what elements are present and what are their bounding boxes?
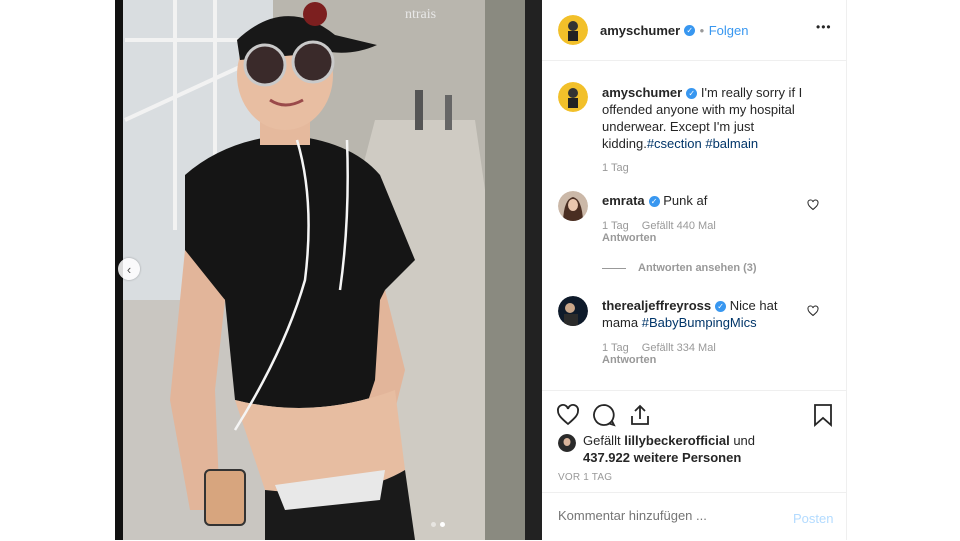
comment-likes[interactable]: Gefällt 440 Mal bbox=[642, 220, 716, 232]
reply-button[interactable]: Antworten bbox=[602, 354, 656, 366]
caption: amyschumer ✓ I'm really sorry if I offend… bbox=[602, 84, 824, 152]
share-icon[interactable] bbox=[628, 403, 652, 427]
comment-form: Posten bbox=[542, 492, 846, 541]
like-comment-heart-icon[interactable] bbox=[807, 199, 819, 211]
view-replies-line bbox=[602, 268, 626, 269]
post-photo-illustration: ntrais bbox=[115, 0, 542, 540]
comment-text: Punk af bbox=[663, 193, 708, 208]
comment-hashtag[interactable]: #BabyBumpingMics bbox=[642, 315, 757, 330]
separator-dot: • bbox=[699, 23, 705, 38]
carousel-dot-active bbox=[440, 522, 445, 527]
comment-username[interactable]: therealjeffreyross bbox=[602, 298, 711, 313]
caption-username[interactable]: amyschumer bbox=[602, 85, 682, 100]
comment: emrata ✓ Punk af bbox=[602, 192, 802, 209]
caption-hashtags[interactable]: #csection #balmain bbox=[647, 136, 758, 151]
caption-time[interactable]: 1 Tag bbox=[602, 162, 629, 174]
post-header: amyschumer ✓ • Folgen ••• bbox=[542, 0, 846, 61]
likes-and: und bbox=[733, 433, 756, 448]
avatar[interactable] bbox=[558, 15, 588, 45]
bookmark-icon[interactable] bbox=[812, 403, 834, 427]
comment-username[interactable]: emrata bbox=[602, 193, 645, 208]
post-timestamp[interactable]: VOR 1 TAG bbox=[558, 472, 612, 483]
like-heart-icon[interactable] bbox=[556, 403, 580, 427]
comment-avatar[interactable] bbox=[558, 296, 588, 326]
comment-avatar[interactable] bbox=[558, 191, 588, 221]
verified-badge-icon: ✓ bbox=[686, 88, 698, 100]
comment: therealjeffreyross ✓ Nice hat mama #BabyB… bbox=[602, 297, 802, 331]
likes-summary: Gefällt lillybeckerofficial und 437.922 … bbox=[583, 432, 833, 466]
view-replies-button[interactable]: Antworten ansehen (3) bbox=[638, 262, 757, 274]
post-username[interactable]: amyschumer bbox=[600, 23, 680, 38]
action-bar: Gefällt lillybeckerofficial und 437.922 … bbox=[542, 390, 846, 491]
liker-avatar[interactable] bbox=[558, 434, 576, 452]
comment-bubble-icon[interactable] bbox=[592, 403, 616, 427]
comment-likes[interactable]: Gefällt 334 Mal bbox=[642, 342, 716, 354]
svg-text:ntrais: ntrais bbox=[405, 7, 436, 22]
post-comment-button[interactable]: Posten bbox=[793, 511, 833, 526]
comment-time[interactable]: 1 Tag bbox=[602, 342, 629, 354]
verified-badge-icon: ✓ bbox=[715, 301, 727, 313]
comment-meta: 1 Tag Gefällt 440 Mal bbox=[602, 220, 716, 232]
carousel-dot bbox=[431, 522, 436, 527]
reply-button[interactable]: Antworten bbox=[602, 232, 656, 244]
comment-input[interactable] bbox=[556, 507, 780, 524]
verified-badge-icon: ✓ bbox=[648, 196, 660, 208]
carousel-indicator bbox=[431, 522, 445, 527]
post-image[interactable]: ntrais bbox=[115, 0, 542, 540]
liker-username[interactable]: lillybeckerofficial bbox=[624, 433, 730, 448]
more-options-icon[interactable]: ••• bbox=[816, 20, 832, 34]
previous-image-button[interactable]: ‹ bbox=[118, 258, 140, 280]
comment-time[interactable]: 1 Tag bbox=[602, 220, 629, 232]
likes-count[interactable]: 437.922 weitere Personen bbox=[583, 450, 741, 465]
verified-badge-icon: ✓ bbox=[684, 25, 696, 37]
post-sidebar: amyschumer ✓ • Folgen ••• amyschumer ✓ I'm… bbox=[542, 0, 847, 540]
follow-button[interactable]: Folgen bbox=[709, 23, 749, 38]
comment-meta: 1 Tag Gefällt 334 Mal bbox=[602, 342, 716, 354]
chevron-left-icon: ‹ bbox=[126, 261, 132, 277]
like-comment-heart-icon[interactable] bbox=[807, 305, 819, 317]
caption-avatar[interactable] bbox=[558, 82, 588, 112]
likes-prefix: Gefällt bbox=[583, 433, 621, 448]
